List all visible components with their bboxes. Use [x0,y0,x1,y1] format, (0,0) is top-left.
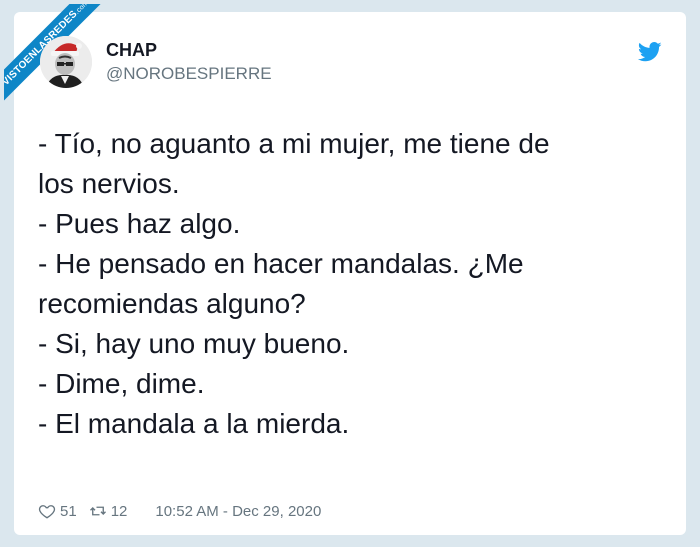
author-handle[interactable]: @NOROBESPIERRE [106,64,272,84]
retweet-icon[interactable] [89,502,107,520]
like-count: 51 [60,502,77,520]
avatar[interactable] [40,36,92,88]
author-name[interactable]: CHAP [106,40,157,61]
tweet-line: - He pensado en hacer mandalas. ¿Me [38,248,524,279]
retweet-count: 12 [110,502,128,520]
tweet-line: - Dime, dime. [38,368,205,399]
heart-icon[interactable] [38,502,56,520]
twitter-bird-icon[interactable] [638,42,662,62]
avatar-portrait-icon [40,36,92,88]
tweet-stats: 51 12 10:52 AM - Dec 29, 2020 [38,502,321,520]
tweet-card: VISTOENLASREDES.com CHAP @NOROBESPIERRE … [4,4,686,535]
tweet-line: los nervios. [38,168,180,199]
tweet-line: - Tío, no aguanto a mi mujer, me tiene d… [38,128,550,159]
tweet-timestamp[interactable]: 10:52 AM - Dec 29, 2020 [155,503,321,520]
tweet-text: - Tío, no aguanto a mi mujer, me tiene d… [38,124,678,444]
tweet-line: - Si, hay uno muy bueno. [38,328,350,359]
watermark-subtext: .com [73,4,91,16]
tweet-line: recomiendas alguno? [38,288,306,319]
tweet-line: - El mandala a la mierda. [38,408,350,439]
tweet-line: - Pues haz algo. [38,208,241,239]
